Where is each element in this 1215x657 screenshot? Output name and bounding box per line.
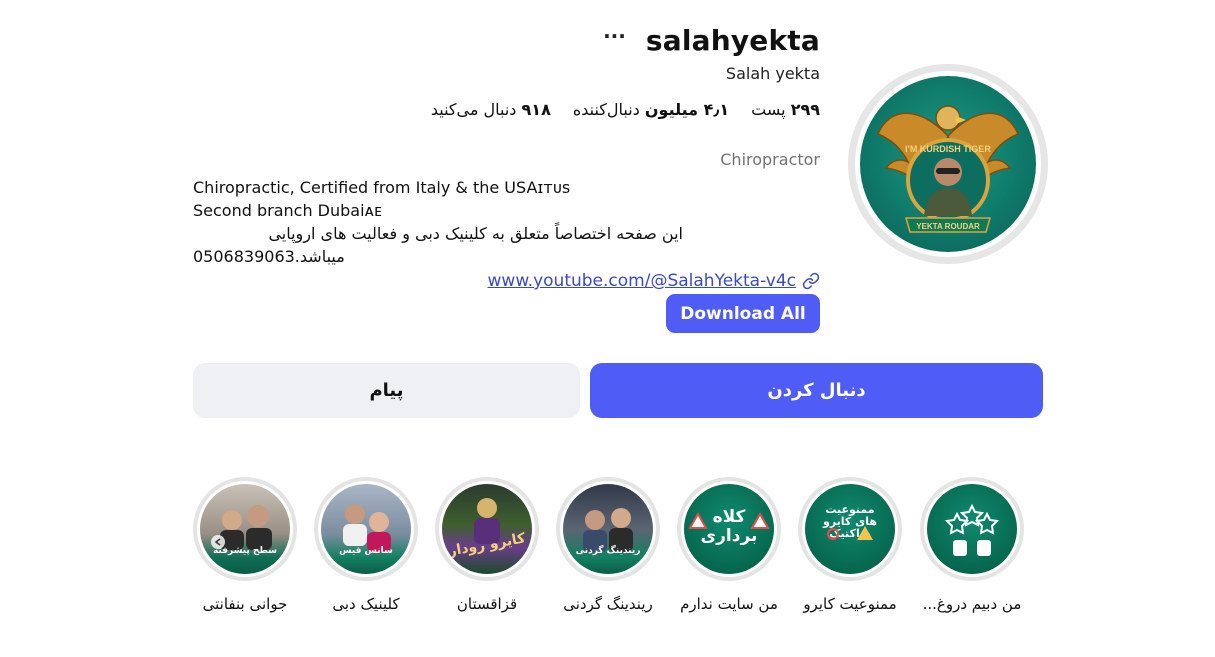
posts-stat[interactable]: ۲۹۹ پست <box>751 100 820 119</box>
highlight-cover: کایرو رودار <box>442 484 532 574</box>
avatar-image: YEKTA ROUDAR I'M KURDISH TIGER <box>860 76 1036 252</box>
highlight-label: ریندینگ گردنی <box>563 595 653 613</box>
bio-line: 0506839063.میباشد <box>193 247 345 266</box>
profile-full-name: Salah yekta <box>725 64 820 83</box>
highlight-cover-text: کلاه برداری <box>700 507 758 546</box>
story-highlight[interactable]: ریندینگ گردنی ریندینگ گردنی <box>555 477 661 613</box>
avatar-banner-text: YEKTA ROUDAR <box>916 222 980 231</box>
profile-stats: ۲۹۹ پست ۴٫۱ میلیون دنبال‌کننده ۹۱۸ دنبال… <box>431 100 820 119</box>
story-highlight[interactable]: کایرو رودار قزاقستان <box>434 477 540 613</box>
highlight-cover-text: سطح پیشرفته <box>212 546 278 556</box>
highlight-cover-text: سانس فیس <box>339 546 393 556</box>
highlight-label: کلینیک دبی <box>332 595 400 613</box>
highlight-label: جوانی بنفانتی <box>202 595 288 613</box>
profile-category: Chiropractor <box>720 150 820 169</box>
following-count: ۹۱۸ <box>521 100 551 119</box>
following-stat[interactable]: ۹۱۸ دنبال می‌کنید <box>431 100 551 119</box>
story-highlight[interactable]: من دبیم دروغ... <box>919 477 1025 613</box>
followers-stat[interactable]: ۴٫۱ میلیون دنبال‌کننده <box>573 100 729 119</box>
profile-bio: Chiropractic, Certified from Italy & the… <box>193 176 693 268</box>
story-highlight[interactable]: سطح پیشرفته جوانی بنفانتی <box>192 477 298 613</box>
highlight-label: من دبیم دروغ... <box>922 595 1022 613</box>
profile-avatar[interactable]: YEKTA ROUDAR I'M KURDISH TIGER <box>848 64 1048 264</box>
download-all-button[interactable]: Download All <box>666 294 820 333</box>
avatar-ring-text: I'M KURDISH TIGER <box>905 144 991 154</box>
profile-username: salahyekta <box>645 23 820 57</box>
stars-hands-icon <box>944 503 1000 556</box>
warning-icon <box>827 526 873 540</box>
more-options-button[interactable]: ··· <box>599 26 630 46</box>
posts-count: ۲۹۹ <box>790 100 820 119</box>
highlight-label: ممنوعیت کایرو <box>803 595 897 613</box>
highlight-cover-text: ریندینگ گردنی <box>575 546 641 556</box>
bio-line: Chiropractic, Certified from Italy & the… <box>193 178 571 197</box>
username-row: ··· salahyekta <box>560 22 820 58</box>
bio-line: این صفحه اختصاصاً متعلق به کلینیک دبی و … <box>268 224 683 243</box>
followers-label: دنبال‌کننده <box>572 100 640 119</box>
story-highlight[interactable]: سانس فیس کلینیک دبی <box>313 477 419 613</box>
link-icon <box>802 272 820 290</box>
highlight-cover: کلاه برداری <box>684 484 774 574</box>
highlight-label: قزاقستان <box>456 595 518 613</box>
follow-button[interactable]: دنبال کردن <box>590 363 1043 418</box>
posts-label: پست <box>751 100 786 119</box>
message-button[interactable]: پیام <box>193 363 580 418</box>
story-highlight[interactable]: کلاه برداری من سایت ندارم <box>676 477 782 613</box>
highlight-cover: سطح پیشرفته <box>200 484 290 574</box>
highlight-cover: سانس فیس <box>321 484 411 574</box>
profile-external-link[interactable]: www.youtube.com/@SalahYekta-v4c <box>488 271 796 291</box>
highlight-cover: ممنوعیت های کایرو پراکتیک <box>805 484 895 574</box>
followers-count: ۴٫۱ میلیون <box>644 100 730 119</box>
highlight-label: من سایت ندارم <box>680 595 778 613</box>
highlight-cover <box>927 484 1017 574</box>
following-label: دنبال می‌کنید <box>430 100 517 119</box>
profile-link-row: www.youtube.com/@SalahYekta-v4c <box>488 271 820 291</box>
highlight-cover: ریندینگ گردنی <box>563 484 653 574</box>
bio-line: Second branch Dubaiᴀᴇ <box>193 201 382 220</box>
story-highlight[interactable]: ممنوعیت های کایرو پراکتیک ممنوعیت کایرو <box>797 477 903 613</box>
